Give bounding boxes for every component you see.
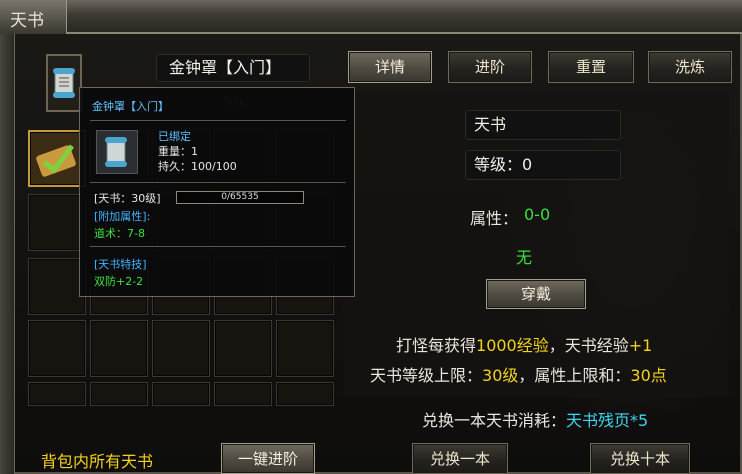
grid-cell[interactable]: [276, 320, 334, 377]
tooltip-title: 金钟罩【入门】: [92, 100, 169, 113]
level-field: 等级：0: [465, 150, 621, 180]
tooltip-divider: [90, 120, 346, 121]
exchange-one-button[interactable]: 兑换一本: [412, 443, 508, 474]
tooltip-scroll-icon-frame: [96, 130, 138, 174]
tooltip-divider: [90, 246, 346, 247]
tab-refine[interactable]: 洗炼: [648, 51, 732, 83]
tooltip-skill-value: 双防+2-2: [94, 275, 144, 288]
item-name: 金钟罩【入门】: [169, 58, 282, 77]
exp-prefix: 打怪每获得: [396, 336, 477, 355]
book-name: 天书: [474, 115, 507, 134]
scroll-icon: [53, 68, 75, 98]
level-label: 等级：: [474, 155, 523, 174]
equipped-book-slot[interactable]: [46, 54, 82, 112]
attr-value: 0-0: [524, 205, 551, 224]
cost-line: 兑换一本天书消耗：天书残页*5: [422, 407, 648, 431]
grid-cell[interactable]: [276, 382, 334, 406]
tooltip-progress-text: 0/65535: [221, 192, 259, 202]
cap-prefix: 天书等级上限：: [370, 366, 483, 385]
exchange-ten-button[interactable]: 兑换十本: [590, 443, 690, 474]
tab-advance[interactable]: 进阶: [448, 51, 532, 83]
grid-cell[interactable]: [28, 382, 86, 406]
tooltip-progress-bar: 0/65535: [176, 191, 304, 204]
cap-mid: ，属性上限和：: [518, 366, 631, 385]
left-frame: [0, 34, 15, 474]
equip-button[interactable]: 穿戴: [486, 279, 586, 309]
tooltip-level-tag: [天书：30级]: [94, 192, 161, 205]
grid-cell[interactable]: [214, 320, 272, 377]
tooltip-skill-label: [天书特技]: [94, 258, 147, 271]
book-name-field: 天书: [465, 110, 621, 140]
grid-cell-selected[interactable]: [28, 130, 86, 187]
bag-label: 背包内所有天书: [41, 452, 154, 471]
one-key-advance-button[interactable]: 一键进阶: [221, 443, 315, 474]
exp-gain: +1: [628, 336, 653, 355]
exp-line: 打怪每获得1000经验，天书经验+1: [396, 332, 652, 356]
tab-details[interactable]: 详情: [348, 51, 432, 83]
grid-cell[interactable]: [28, 258, 86, 315]
tab-reset[interactable]: 重置: [548, 51, 634, 83]
title-bar[interactable]: 天书: [0, 0, 742, 34]
attr-label: 属性：: [470, 209, 519, 228]
cost-item: 天书残页*5: [566, 411, 649, 430]
cap-points: 30点: [630, 366, 667, 385]
grid-cell[interactable]: [152, 382, 210, 406]
level-value: 0: [522, 155, 533, 174]
exp-amount: 1000经验: [476, 336, 549, 355]
tooltip-bound: 已绑定: [158, 130, 191, 143]
grid-cell[interactable]: [90, 382, 148, 406]
tooltip-extra-attr-value: 道术：7-8: [94, 227, 145, 240]
tooltip-extra-attr-label: [附加属性]:: [94, 210, 151, 223]
tooltip-durability: 持久：100/100: [158, 160, 237, 173]
item-name-field: 金钟罩【入门】: [156, 54, 310, 82]
grid-cell[interactable]: [152, 320, 210, 377]
scroll-icon: [105, 137, 127, 167]
none-text: 无: [516, 248, 533, 267]
cap-line: 天书等级上限：30级，属性上限和：30点: [370, 362, 667, 386]
cap-level: 30级: [482, 366, 519, 385]
cost-prefix: 兑换一本天书消耗：: [422, 411, 567, 430]
grid-cell[interactable]: [90, 320, 148, 377]
grid-cell[interactable]: [28, 320, 86, 377]
grid-cell[interactable]: [214, 382, 272, 406]
sword-scroll-icon: [36, 144, 76, 177]
grid-cell[interactable]: [28, 194, 86, 251]
tooltip-divider: [90, 182, 346, 183]
exp-mid: ，天书经验: [548, 336, 629, 355]
item-tooltip: 金钟罩【入门】 已绑定 重量：1 持久：100/100 [天书：30级] 0/6…: [79, 87, 355, 297]
tooltip-weight: 重量：1: [158, 145, 198, 158]
window-title: 天书: [10, 11, 44, 31]
